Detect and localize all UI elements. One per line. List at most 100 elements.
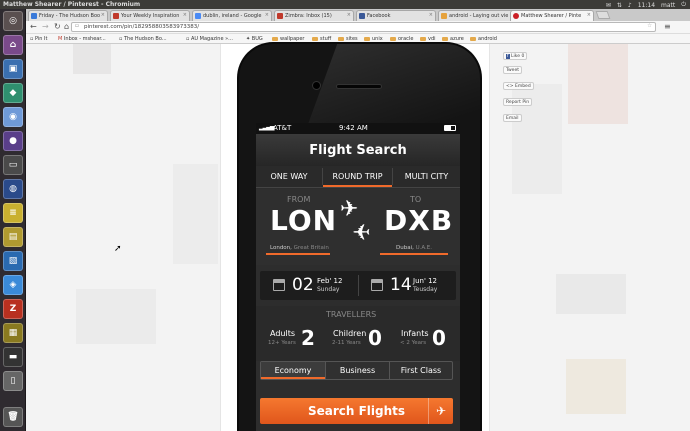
app-icon-purple[interactable]: ● [3,131,23,151]
dash-icon[interactable]: ◎ [3,11,23,31]
bookmark-folder[interactable]: stuff [312,36,331,42]
browser-tab[interactable]: Your Weekly Inspiration × [110,10,190,21]
origin-code[interactable]: LON [270,204,337,237]
bookmark-item[interactable]: ▫ AU Magazine »... [186,36,233,42]
adults-count[interactable]: 2 [301,326,315,350]
volume-icon[interactable]: ♪ [628,2,632,9]
browser-tab[interactable]: dublin, ireland - Google × [192,10,272,21]
close-tab-icon[interactable]: × [265,12,269,18]
email-button[interactable]: Email [503,114,522,122]
folder-icon [272,37,278,41]
class-selector: Economy Business First Class [260,361,453,380]
tab-label: dublin, ireland - Google [203,13,262,19]
depart-day[interactable]: 02 [292,275,314,295]
tweet-button[interactable]: Tweet [503,66,522,74]
browser-tab[interactable]: android - Laying out vie× [438,10,518,21]
address-bar[interactable]: ▫ pinterest.com/pin/182958803583973383/ … [71,22,656,32]
bookmark-folder[interactable]: vdi [420,36,436,42]
home-folder-icon[interactable]: ⌂ [3,35,23,55]
tab-one-way[interactable]: ONE WAY [256,166,322,187]
infants-count[interactable]: 0 [432,326,446,350]
terminal-icon[interactable]: ▭ [3,155,23,175]
report-label: Report Pin [506,100,530,105]
app-icon-grid[interactable]: ▤ [3,227,23,247]
class-economy[interactable]: Economy [261,362,325,379]
network-icon[interactable]: ⇅ [617,2,622,9]
email-label: Email [506,116,519,121]
system-top-panel: Matthew Shearer / Pinterest - Chromium ✉… [0,0,690,9]
mail-icon[interactable]: ✉ [606,2,611,9]
close-tab-icon[interactable]: × [347,12,351,18]
bookmark-folder[interactable]: android [470,36,497,42]
trash-icon[interactable]: 🗑 [3,407,23,427]
virtualbox-icon[interactable]: ▣ [3,59,23,79]
user-name[interactable]: matt [661,2,675,9]
search-flights-button[interactable]: Search Flights ✈ [260,398,453,424]
destination-code[interactable]: DXB [384,204,453,237]
bookmark-folder[interactable]: azure [442,36,464,42]
bookmark-item[interactable]: ✦ BUG [246,36,263,42]
monitor-icon[interactable]: ▧ [3,251,23,271]
browser-tab[interactable]: Zimbra: Inbox (15) × [274,10,354,21]
bookmark-item[interactable]: ▫ Pin It [30,36,47,42]
gmail-icon: M [58,36,63,42]
like-count: 0 [521,54,525,59]
bookmark-item[interactable]: ▫ The Hudson Bo... [119,36,167,42]
calendar-icon[interactable] [371,279,383,291]
background-pin [568,44,628,124]
background-pin [73,44,111,74]
tab-round-trip[interactable]: ROUND TRIP [323,166,392,187]
folder-icon [390,37,396,41]
reload-icon[interactable]: ↻ [54,22,61,31]
device-icon[interactable]: ▯ [3,371,23,391]
globe-icon[interactable]: ◍ [3,179,23,199]
children-count[interactable]: 0 [368,326,382,350]
close-tab-icon[interactable]: × [429,12,433,18]
star-icon[interactable]: ☆ [647,23,652,29]
pin-image-iphone[interactable]: ▂▃▄▅ AT&T 9:42 AM Flight Search ONE WAY … [239,44,480,431]
bookmark-label: oracle [398,36,414,42]
tab-strip: Friday - The Hudson Boo × Your Weekly Ins… [26,9,690,22]
departing-plane-icon: ✈ [340,197,359,222]
embed-button[interactable]: <> Embed [503,82,534,90]
forward-icon[interactable]: → [42,22,49,31]
bookmark-folder[interactable]: oracle [390,36,413,42]
browser-tab[interactable]: Facebook × [356,10,436,21]
close-tab-icon[interactable]: × [587,12,591,18]
bookmark-folder[interactable]: sites [338,36,358,42]
class-first[interactable]: First Class [390,362,452,379]
app-icon[interactable]: ◆ [3,83,23,103]
new-tab-button[interactable] [595,11,611,19]
chromium-icon[interactable]: ◉ [3,107,23,127]
depart-weekday: Sunday [317,286,340,293]
app-icon-olive[interactable]: ▦ [3,323,23,343]
clock[interactable]: 11:14 [638,2,655,9]
facebook-icon: f [506,54,510,59]
bookmark-folder[interactable]: unix [364,36,383,42]
box-icon[interactable]: ◈ [3,275,23,295]
wrench-icon[interactable]: ≡ [664,22,671,31]
tab-multi-city[interactable]: MULTI CITY [393,166,460,187]
close-tab-icon[interactable]: × [101,12,105,18]
power-icon[interactable]: ⏻ [681,1,686,9]
filezilla-icon[interactable]: Z [3,299,23,319]
tweet-label: Tweet [506,68,519,73]
back-icon[interactable]: ← [30,22,37,31]
report-pin-button[interactable]: Report Pin [503,98,533,106]
return-day[interactable]: 14 [390,275,412,295]
class-business[interactable]: Business [326,362,389,379]
browser-tab[interactable]: Friday - The Hudson Boo × [28,10,108,21]
screen-icon[interactable]: ▬ [3,347,23,367]
travellers-label: TRAVELLERS [326,310,377,319]
bookmark-label: vdi [428,36,436,42]
destination-country: U.A.E. [415,245,433,251]
tab-favicon [441,13,447,19]
facebook-like-button[interactable]: f Like 0 [503,52,528,60]
home-icon[interactable]: ⌂ [64,22,69,31]
calendar-icon[interactable] [273,279,285,291]
close-tab-icon[interactable]: × [183,12,187,18]
bookmark-folder[interactable]: wallpaper [272,36,304,42]
bookmark-item[interactable]: M Inbox - mshear... [58,36,106,42]
plane-icon: ✈ [428,398,453,424]
app-icon-yellow[interactable]: ≡ [3,203,23,223]
